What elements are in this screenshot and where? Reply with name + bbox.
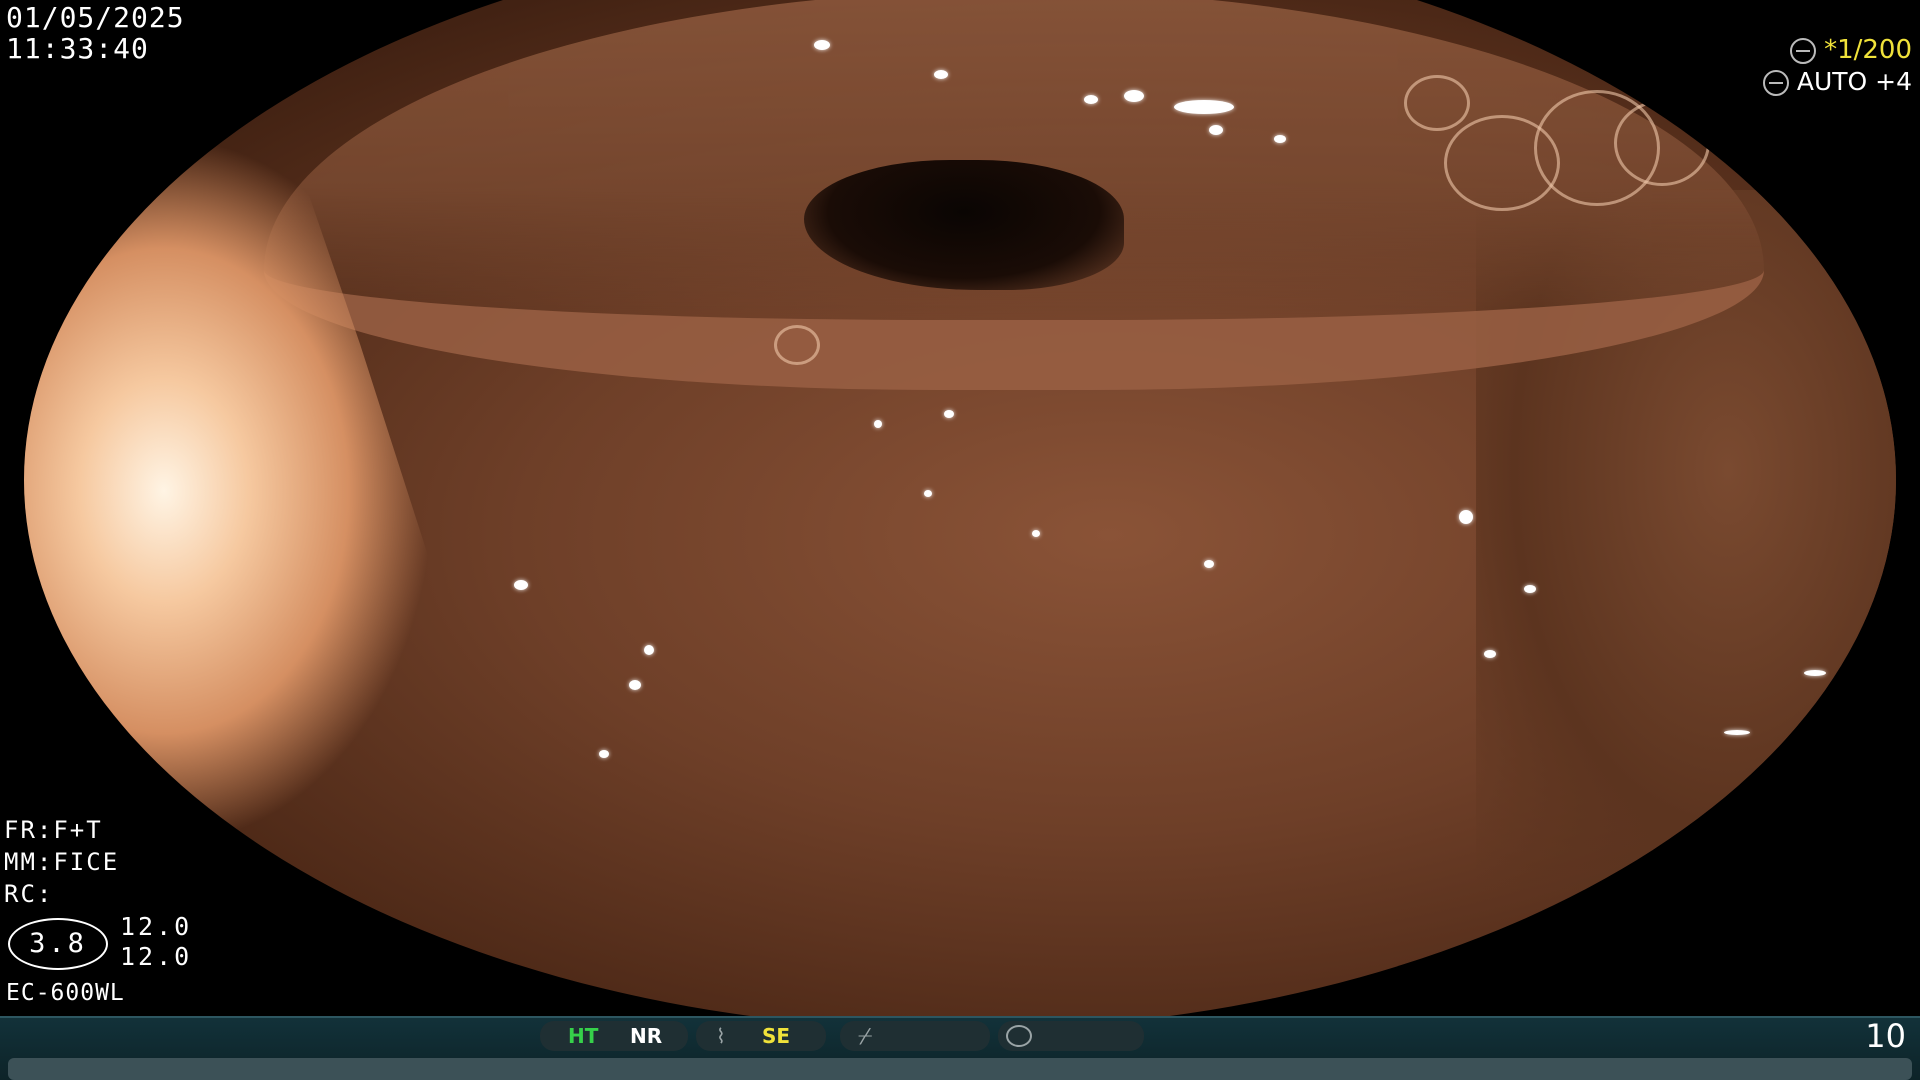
specular-reflection [1209,125,1223,135]
zoom-value-2: 12.0 [120,942,193,971]
specular-reflection [1124,90,1144,102]
rc-setting: RC: [4,880,54,908]
exposure-indicator: AUTO +4 [1762,66,1912,97]
status-bar-lower-band [8,1058,1912,1080]
circle-icon [1006,1025,1032,1047]
specular-reflection [599,750,609,758]
status-bar-divider [0,1016,1920,1018]
specular-reflection [1804,670,1826,676]
specular-reflection [1524,585,1536,593]
ht-nr-indicator: HT NR [540,1021,688,1051]
scope-model: EC-600WL [6,980,125,1006]
specular-reflection [1459,510,1473,524]
iris-icon [1790,37,1817,64]
zoom-value-1: 12.0 [120,912,193,941]
datetime: 01/05/2025 11:33:40 [6,2,185,64]
shutter-value: 1/200 [1837,35,1912,65]
ht-label: HT [568,1024,599,1048]
specular-reflection [514,580,528,590]
frame-count: 10 [1865,1017,1906,1055]
specular-reflection [944,410,954,418]
se-label: SE [762,1024,791,1048]
shutter-indicator: *1/200 [1790,35,1912,66]
specular-reflection [874,420,882,428]
specular-reflection [1724,730,1750,735]
bubble [1614,100,1710,186]
time-text: 11:33:40 [6,32,149,65]
specular-reflection [1484,650,1496,658]
specular-reflection [629,680,641,690]
specular-reflection [644,645,654,655]
bubble [1404,75,1470,131]
specular-reflection [1174,100,1234,114]
nr-label: NR [630,1024,663,1048]
endoscope-video-feed [24,0,1896,1030]
structure-enhance-indicator: ⌇ SE [696,1021,826,1051]
structure-enhance-icon: ⌇ [716,1024,726,1048]
endoscopy-screen: 01/05/2025 11:33:40 *1/200 AUTO +4 FR:F+… [0,0,1920,1080]
mode-indicator [998,1021,1144,1051]
date-text: 01/05/2025 [6,1,185,34]
specular-reflection [1274,135,1286,143]
specular-reflection [934,70,948,79]
bubble [774,325,820,365]
filter-indicator: ⌿ [840,1021,990,1051]
zoom-values: 12.0 12.0 [120,912,192,972]
specular-reflection [924,490,932,497]
specular-reflection [1204,560,1214,568]
specular-reflection [1084,95,1098,104]
specular-reflection [814,40,830,50]
fr-setting: FR:F+T [4,816,103,844]
shutter-prefix: * [1824,35,1838,65]
specular-reflection [1032,530,1040,537]
zoom-circle: 3.8 [8,918,108,970]
exposure-mode: AUTO +4 [1796,67,1912,96]
processor-settings: FR:F+T MM:FICE RC: [4,814,119,910]
mm-setting: MM:FICE [4,848,120,876]
slash-icon: ⌿ [858,1022,873,1050]
brightness-icon [1762,70,1789,96]
